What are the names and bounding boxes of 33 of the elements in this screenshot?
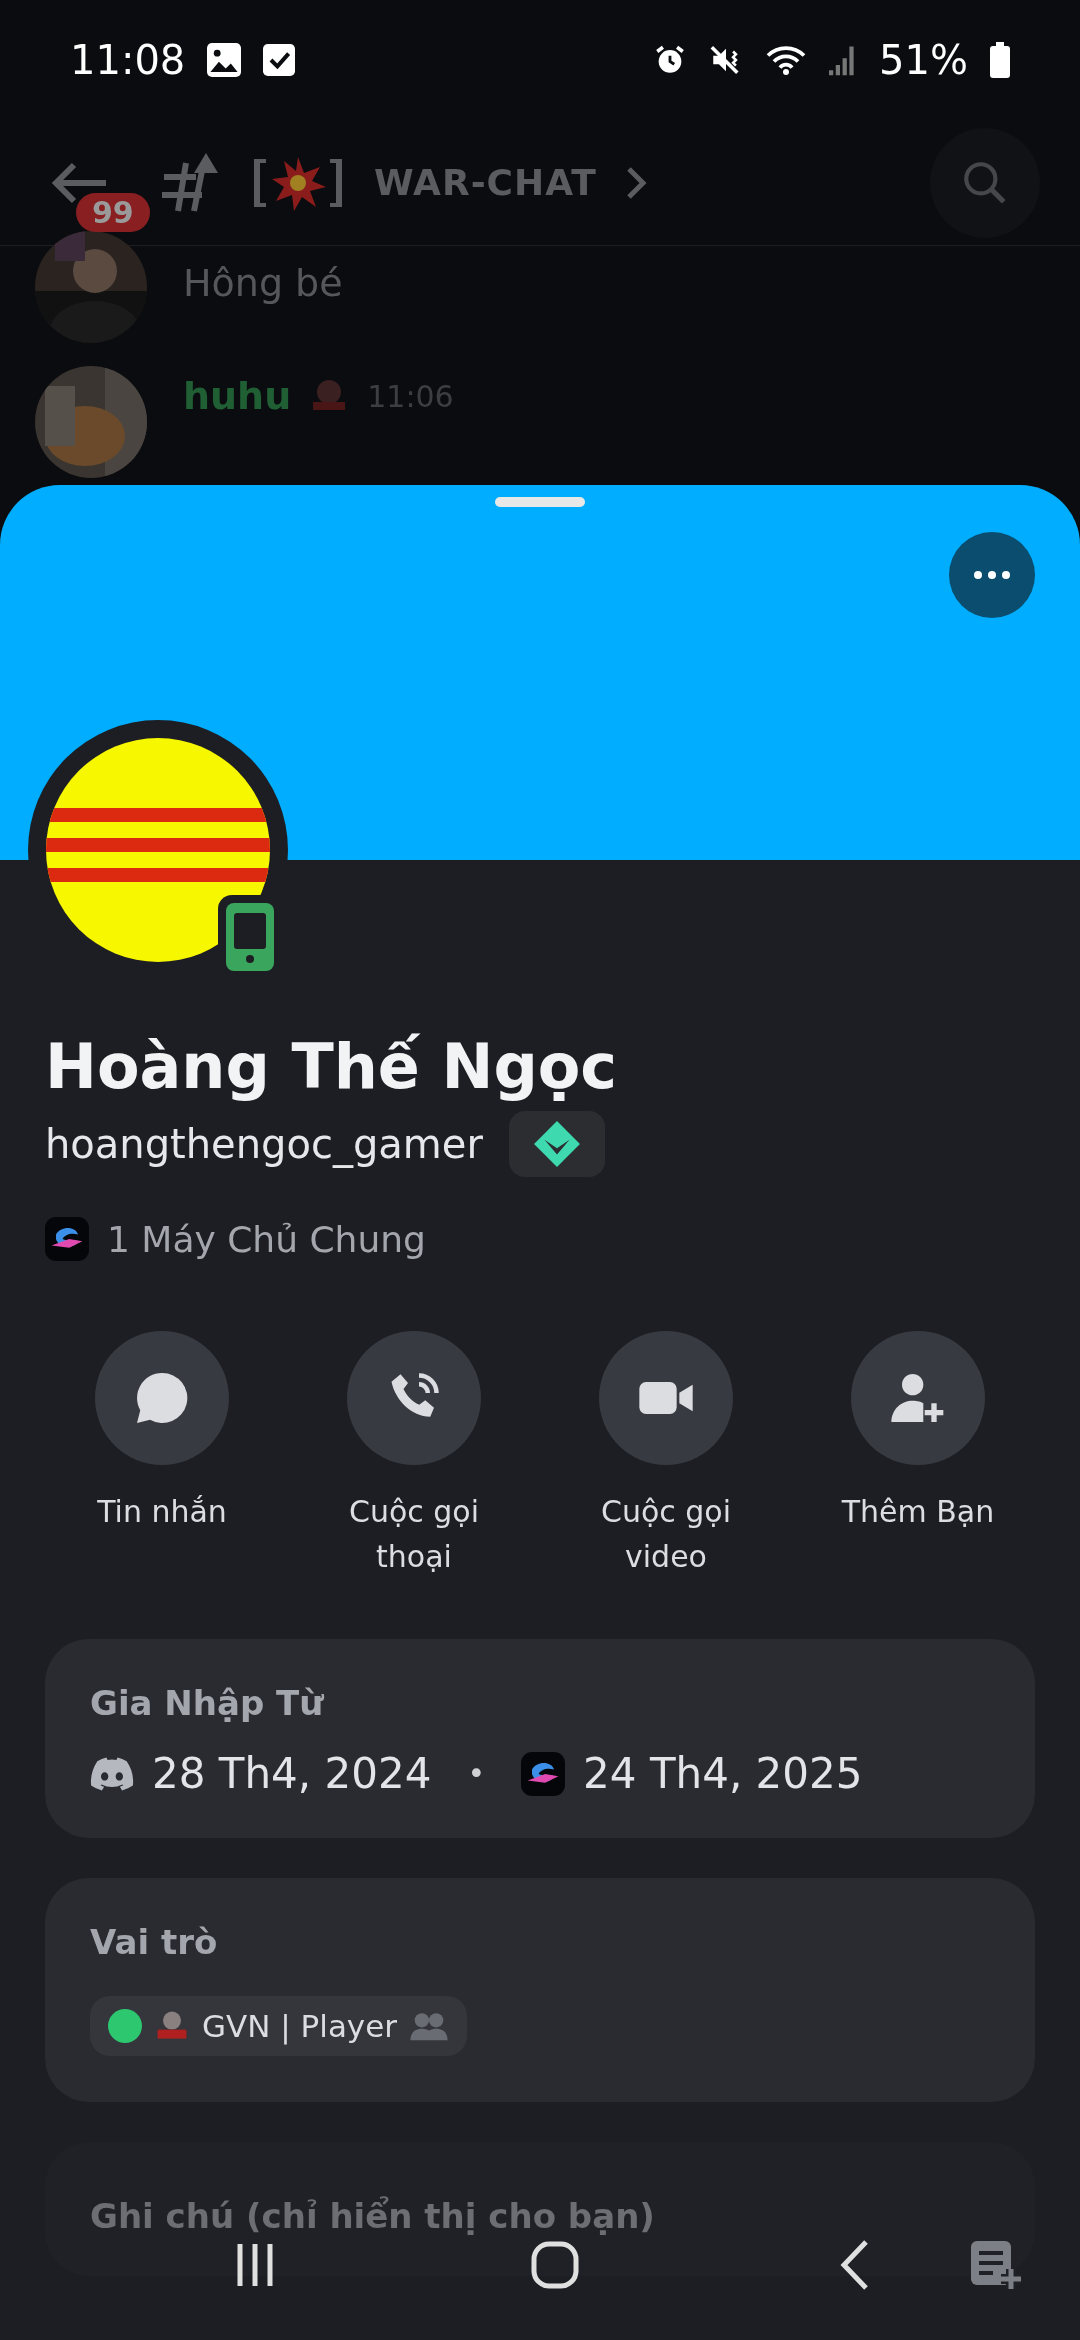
action-label: Thêm Bạn bbox=[840, 1493, 996, 1531]
card-title: Vai trò bbox=[90, 1922, 219, 1962]
username: hoangthengoc_gamer bbox=[45, 1121, 483, 1167]
battery-level: 51% bbox=[879, 37, 968, 83]
more-icon bbox=[972, 570, 1012, 580]
role-name: GVN | Player bbox=[202, 2008, 398, 2044]
discord-logo-icon bbox=[90, 1756, 134, 1791]
message-author: huhu bbox=[183, 374, 292, 418]
card-title: Ghi chú (chỉ hiển thị cho bạn) bbox=[90, 2196, 656, 2236]
role-chip[interactable]: GVN | Player bbox=[90, 1996, 468, 2056]
server-icon bbox=[45, 1217, 89, 1261]
profile-badge[interactable] bbox=[508, 1111, 605, 1177]
checkbox-icon bbox=[263, 44, 296, 76]
discord-join-date: 28 Th4, 2024 bbox=[152, 1749, 432, 1798]
wifi-icon bbox=[765, 43, 808, 77]
people-icon bbox=[409, 2011, 450, 2041]
chevron-right-icon bbox=[624, 164, 649, 201]
display-name: Hoàng Thế Ngọc bbox=[45, 1030, 619, 1103]
battery-icon bbox=[990, 42, 1010, 78]
action-label: Cuộc gọi thoại bbox=[347, 1493, 481, 1576]
image-icon bbox=[207, 43, 242, 77]
drag-handle[interactable] bbox=[495, 497, 585, 507]
server-join-date: 24 Th4, 2025 bbox=[583, 1749, 863, 1798]
home-icon bbox=[530, 2240, 580, 2290]
message-text: Hông bé bbox=[183, 261, 343, 305]
card-title: Gia Nhập Từ bbox=[90, 1683, 325, 1723]
status-time: 11:08 bbox=[70, 37, 186, 83]
unread-badge: 99 bbox=[76, 192, 150, 232]
action-label: Cuộc gọi video bbox=[599, 1493, 733, 1576]
action-label: Tin nhắn bbox=[96, 1493, 228, 1531]
server-icon bbox=[521, 1751, 566, 1796]
mutual-servers[interactable]: 1 Máy Chủ Chung bbox=[107, 1218, 426, 1260]
separator-dot: • bbox=[467, 1756, 486, 1791]
